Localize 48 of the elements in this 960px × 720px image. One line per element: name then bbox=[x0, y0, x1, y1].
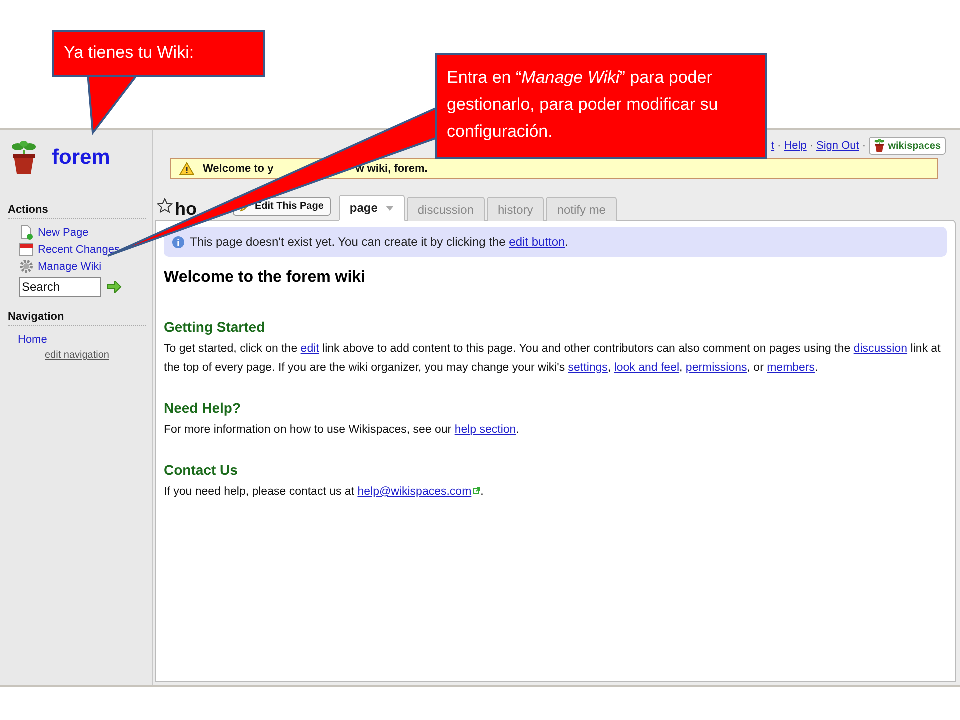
sidebar-link[interactable]: Home bbox=[8, 331, 146, 348]
banner-text: Welcome to y bbox=[203, 162, 274, 174]
link[interactable]: edit bbox=[300, 343, 320, 355]
section-title: Navigation bbox=[8, 311, 146, 326]
paragraph: For more information on how to use Wikispaces, see our help section. bbox=[164, 423, 520, 438]
link[interactable]: discussion bbox=[854, 343, 908, 355]
link[interactable]: help@wikispaces.com bbox=[358, 486, 481, 498]
callout-box: Entra en “Manage Wiki” para poder gestionarlo, para poder modificar su configuración. bbox=[435, 53, 767, 159]
link[interactable]: members bbox=[767, 362, 816, 374]
page-heading: Welcome to the forem wiki bbox=[164, 269, 367, 287]
header-link[interactable]: t bbox=[771, 140, 775, 152]
sidebar-link[interactable]: Recent Changes bbox=[8, 241, 146, 258]
plant-icon bbox=[874, 139, 886, 153]
plant-icon bbox=[10, 141, 38, 175]
tab[interactable]: page bbox=[338, 195, 405, 221]
star-icon[interactable] bbox=[157, 198, 173, 214]
link[interactable]: settings bbox=[568, 362, 608, 374]
calendar-icon bbox=[19, 242, 34, 257]
site-name: forem bbox=[52, 146, 110, 170]
go-arrow-icon[interactable] bbox=[107, 281, 122, 293]
notice-text: This page doesn't exist yet. You can create it by clicking the edit button. bbox=[190, 235, 569, 249]
link[interactable]: help section bbox=[454, 424, 516, 436]
header-link[interactable]: Sign Out bbox=[816, 140, 860, 152]
section-heading: Contact Us bbox=[164, 462, 239, 478]
sidebar-link[interactable]: Manage Wiki bbox=[8, 258, 146, 275]
info-icon bbox=[172, 236, 185, 248]
section-title: Actions bbox=[8, 204, 146, 219]
section-heading: Need Help? bbox=[164, 400, 242, 416]
page-title: ho bbox=[175, 199, 198, 220]
paragraph: If you need help, please contact us at help@wikispaces.com . bbox=[164, 485, 485, 500]
warning-icon bbox=[179, 162, 195, 176]
section-heading: Getting Started bbox=[164, 319, 266, 335]
banner-text: w wiki, forem. bbox=[356, 162, 428, 174]
header-link[interactable]: Help bbox=[784, 140, 807, 152]
paragraph: To get started, click on the edit link above to add content to this page. You and other contributors can also comment on pages using the discussion link at the top of every page. If you are the wiki organizer, you may change your wiki's settings, look and feel, permissions, or members. bbox=[164, 342, 942, 376]
sidebar-link[interactable]: New Page bbox=[8, 224, 146, 241]
link[interactable]: permissions bbox=[686, 362, 748, 374]
edit-navigation-link[interactable]: edit navigation bbox=[45, 350, 146, 361]
separator-dot: · bbox=[778, 140, 782, 152]
brand-badge[interactable]: wikispaces bbox=[869, 137, 946, 155]
link[interactable]: look and feel bbox=[614, 362, 680, 374]
link[interactable]: edit button bbox=[509, 235, 566, 249]
separator-dot: · bbox=[810, 140, 814, 152]
gear-icon bbox=[19, 259, 34, 274]
separator-dot: · bbox=[862, 140, 866, 152]
external-link-icon bbox=[472, 487, 481, 495]
search-field[interactable]: Search bbox=[19, 277, 101, 297]
new-page-icon bbox=[19, 225, 34, 240]
